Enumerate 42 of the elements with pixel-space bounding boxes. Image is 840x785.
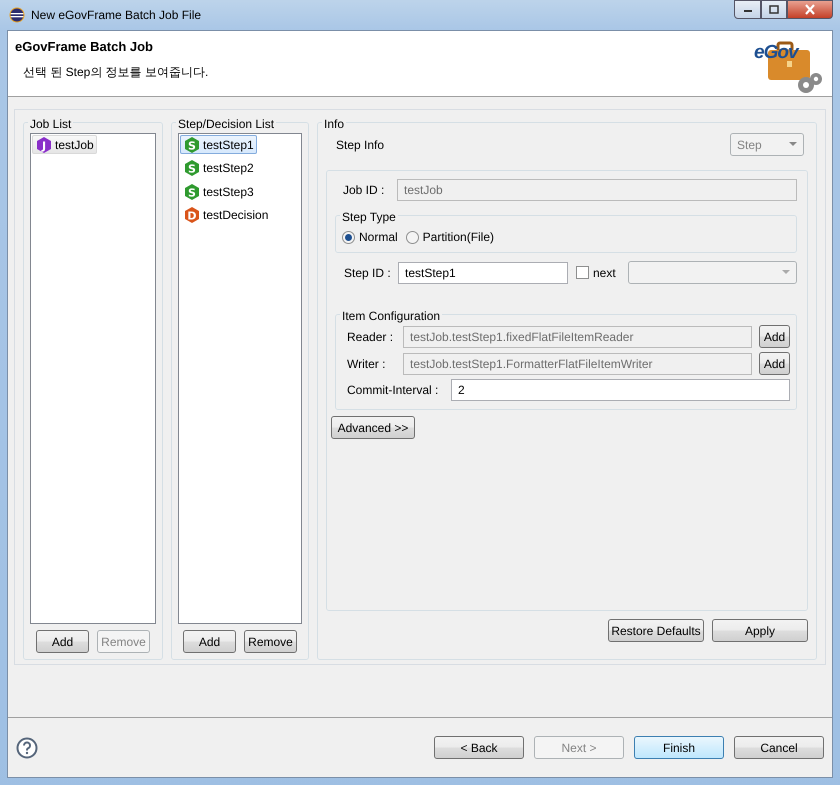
close-icon [804, 4, 816, 15]
maximize-icon [769, 5, 779, 14]
field-label: Job ID : [343, 182, 386, 199]
caret-icon [782, 270, 790, 275]
step-icon: S [183, 159, 201, 177]
decision-icon: D [183, 206, 201, 224]
list-item[interactable]: D testDecision [180, 206, 272, 224]
button[interactable]: < Back [434, 736, 524, 759]
radio-option[interactable]: Partition(File) [406, 228, 494, 246]
text-field[interactable]: testStep1 [398, 262, 568, 284]
field-label: Writer : [347, 356, 386, 372]
text-field[interactable]: 2 [451, 379, 790, 401]
button[interactable]: Add [183, 630, 236, 653]
list-item[interactable]: S testStep3 [180, 182, 257, 201]
field-label: Reader : [347, 328, 394, 346]
maximize-button[interactable] [761, 0, 787, 19]
page-title: eGovFrame Batch Job [15, 38, 154, 56]
minimize-button[interactable] [734, 0, 761, 19]
list-item[interactable]: J testJob [32, 135, 97, 154]
list-item[interactable]: S testStep2 [180, 158, 257, 178]
caret-icon [789, 142, 797, 147]
button[interactable]: Finish [634, 736, 724, 759]
button[interactable]: Advanced >> [331, 416, 415, 439]
step-icon: S [183, 182, 201, 200]
button[interactable]: Add [36, 630, 89, 653]
help-icon[interactable] [16, 736, 38, 758]
app-icon [9, 7, 25, 23]
window-title: New eGovFrame Batch Job File [31, 7, 202, 24]
button[interactable]: Remove [244, 630, 297, 653]
button[interactable]: Restore Defaults [608, 619, 704, 642]
list-item[interactable]: S testStep1 [180, 135, 257, 154]
button[interactable]: Apply [712, 619, 808, 642]
job-icon: J [35, 136, 53, 154]
field-label: Step ID : [344, 264, 392, 282]
page-description: 선택 된 Step의 정보를 보여줍니다. [22, 64, 208, 80]
close-button[interactable] [787, 0, 833, 19]
next-checkbox[interactable]: next [576, 264, 616, 282]
field-label: Commit-Interval : [347, 382, 440, 399]
button[interactable]: Cancel [734, 736, 824, 759]
radio-option[interactable]: Normal [342, 228, 398, 246]
section-heading: Step Info [336, 136, 384, 154]
step-icon: S [183, 136, 201, 154]
